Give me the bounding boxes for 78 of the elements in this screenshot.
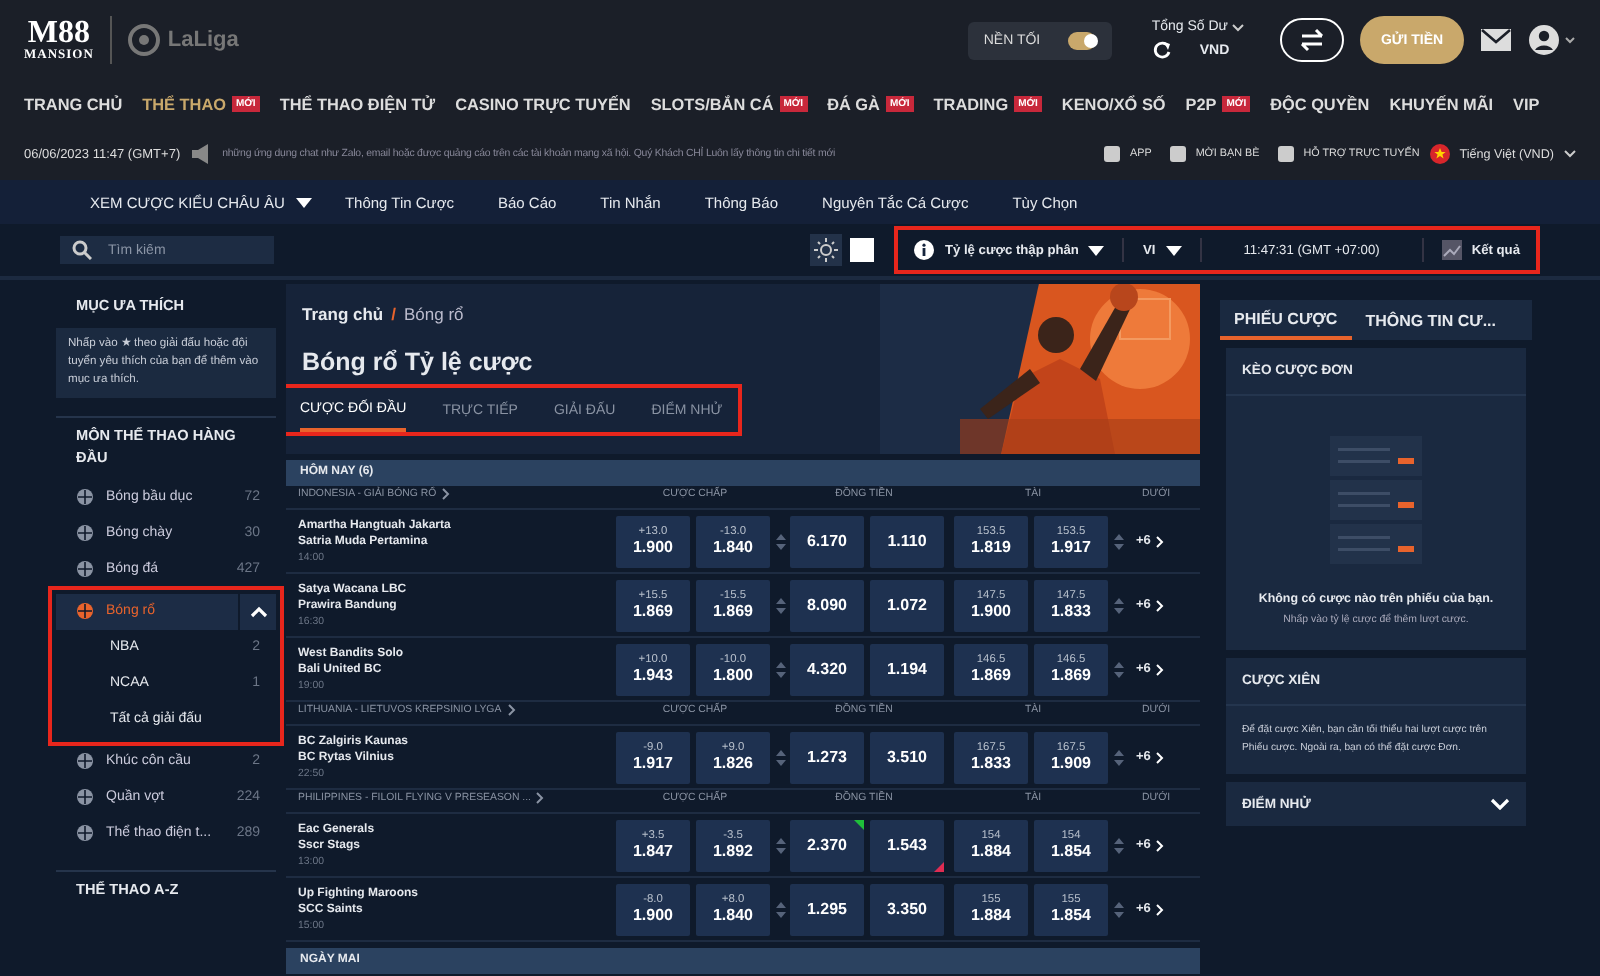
chevron-right-icon [536,792,545,805]
ball-logo-icon [127,24,160,56]
odds-button[interactable]: 1.194 [870,643,944,695]
theme-swatch[interactable] [850,238,875,262]
odds-button[interactable]: 1.543 [870,819,944,871]
chevron-right-icon [1156,599,1165,611]
sort-icon [776,899,786,919]
chevron-icon [1564,150,1576,158]
odds-button[interactable]: 1.110 [870,515,944,567]
sort-icon [1114,595,1124,615]
odds-down-marker [934,861,944,871]
sort-icon [776,835,786,855]
odds-button[interactable]: 8.090 [790,579,864,631]
nav-link[interactable]: VIP [1513,95,1540,113]
transfer-button[interactable] [1280,18,1344,62]
nav-link[interactable]: ĐỘC QUYỀN [1270,95,1370,113]
refresh-icon[interactable] [1151,40,1172,60]
ball-icon [76,524,94,543]
breadcrumb-current: Bóng rổ [404,304,464,324]
partner-logo: LaLiga [167,28,239,52]
ball-icon [76,788,94,807]
link-icon [1277,146,1294,162]
odds-button[interactable]: 3.350 [870,883,944,935]
nav-link[interactable]: KHUYẾN MÃI [1389,95,1494,113]
chevron-up-icon [249,605,267,618]
tab[interactable]: THÔNG TIN CƯ... [1351,300,1510,340]
ball-icon [76,602,94,621]
mail-icon[interactable] [1480,28,1512,52]
odds-button[interactable]: 6.170 [790,515,864,567]
sort-icon [1114,835,1124,855]
odds-button[interactable]: 2.370 [790,819,864,871]
sun-icon[interactable] [810,234,843,266]
nav-link[interactable]: TRANG CHỦ [24,95,123,113]
ball-icon [76,752,94,771]
link-icon [1169,146,1186,162]
page-title: Bóng rổ Tỷ lệ cược [302,348,535,376]
swap-icon [1298,28,1326,52]
link-icon [1104,146,1121,162]
chevron-right-icon [1156,903,1165,915]
megaphone-icon [190,144,213,164]
ball-icon [76,824,94,843]
breadcrumb-link[interactable]: Trang chủ [302,304,384,324]
user-icon[interactable] [1528,24,1576,56]
chevron-right-icon [1156,535,1165,547]
empty-slip-drawing [1330,436,1422,568]
sort-icon [1114,899,1124,919]
caret-icon [1165,245,1182,255]
sort-icon [1114,747,1124,767]
sort-icon [776,659,786,679]
toggle-switch[interactable] [1068,31,1096,49]
chevron-right-icon [442,488,451,501]
info-icon [914,240,935,260]
odds-button[interactable]: 3.510 [870,731,944,783]
odds-button[interactable]: 1.295 [790,883,864,935]
tab[interactable]: PHIẾU CƯỢC [1220,300,1352,340]
chevron-icon [1232,23,1244,31]
nav-link[interactable]: CASINO TRỰC TUYẾN [455,95,631,113]
nav-link[interactable]: THỂ THAO ĐIỆN TỬ [279,95,436,113]
chart-icon [1441,240,1462,260]
sort-icon [776,747,786,767]
odds-button[interactable]: 4.320 [790,643,864,695]
sort-icon [776,531,786,551]
nav-link[interactable]: KENO/XỔ SỐ [1061,95,1166,113]
caret-icon [296,197,313,207]
ball-icon [76,488,94,507]
caret-icon [1088,245,1105,255]
chevron-right-icon [1156,839,1165,851]
flag-icon [1429,144,1450,164]
chevron-right-icon [1156,663,1165,675]
sort-icon [1114,531,1124,551]
ball-icon [76,560,94,579]
sort-icon [1114,659,1124,679]
breadcrumb-separator: / [391,304,396,324]
odds-button[interactable]: 1.273 [790,731,864,783]
chevron-right-icon [507,704,516,717]
odds-button[interactable]: 1.072 [870,579,944,631]
chevron-right-icon [1156,751,1165,763]
sort-icon [776,595,786,615]
